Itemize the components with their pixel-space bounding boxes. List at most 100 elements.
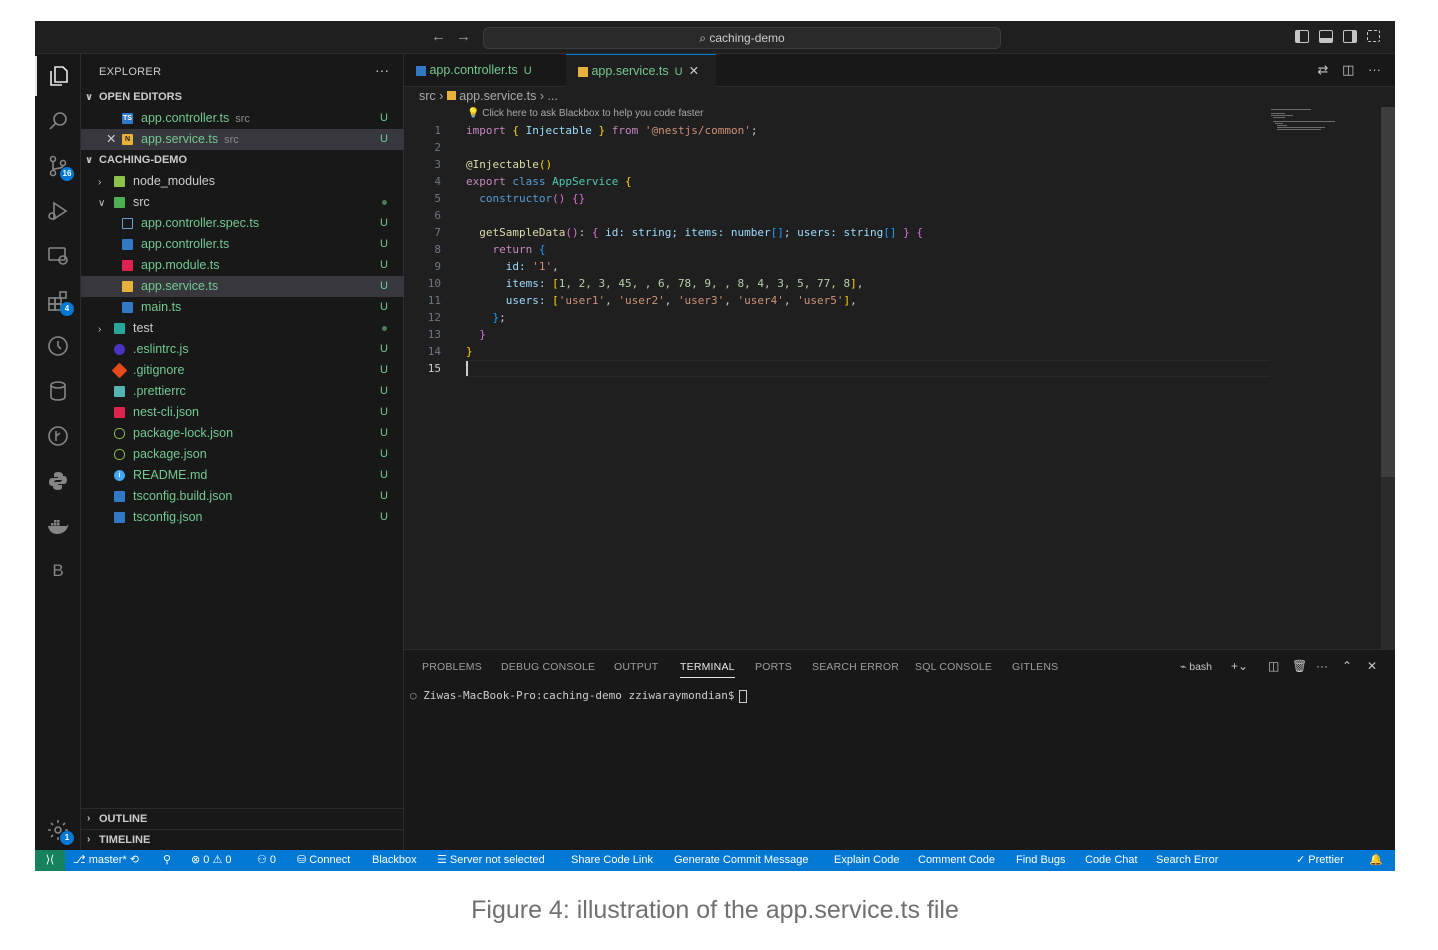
extensions-icon[interactable]: 4 [35, 281, 81, 321]
breadcrumb-folder[interactable]: src [419, 89, 436, 103]
toggle-primary-sidebar-icon[interactable] [1295, 30, 1309, 43]
gitlens-status-icon[interactable]: ⚲ [163, 850, 171, 871]
tab-output[interactable]: OUTPUT [614, 661, 658, 673]
connect-button[interactable]: ⛁ Connect [297, 850, 350, 871]
notifications-icon[interactable]: 🔔 [1369, 850, 1383, 871]
blackbox-button[interactable]: Blackbox [372, 850, 417, 871]
tree-file[interactable]: tsconfig.build.json U [81, 486, 404, 507]
database-icon[interactable] [35, 371, 81, 411]
status-bar: ⟩⟨ ⎇ master* ⟲ ⚲ ⊗ 0 ⚠ 0 ⚇ 0 ⛁ Connect B… [35, 850, 1395, 871]
source-control-icon[interactable]: 16 [35, 146, 81, 186]
tree-file[interactable]: tsconfig.json U [81, 507, 404, 528]
tree-file[interactable]: package.json U [81, 444, 404, 465]
close-icon[interactable]: ✕ [689, 64, 699, 78]
tree-file[interactable]: i README.md U [81, 465, 404, 486]
run-debug-icon[interactable] [35, 191, 81, 231]
tab-sql-console[interactable]: SQL CONSOLE [915, 661, 992, 673]
tree-file[interactable]: .gitignore U [81, 360, 404, 381]
toggle-panel-icon[interactable] [1319, 30, 1333, 43]
arrow-left-icon[interactable]: ← [431, 28, 446, 45]
tree-folder[interactable]: ∨ src [81, 192, 404, 213]
ports-indicator[interactable]: ⚇ 0 [257, 850, 276, 871]
split-editor-icon[interactable]: ◫ [1342, 62, 1354, 77]
server-selector[interactable]: ☰ Server not selected [437, 850, 545, 871]
problems-indicator[interactable]: ⊗ 0 ⚠ 0 [191, 850, 232, 871]
editor-actions: ⇄ ◫ ··· [1318, 62, 1381, 78]
git-branch-icon: ⎇ [73, 854, 89, 866]
open-editor-item[interactable]: ✕ N app.service.ts src U [81, 129, 404, 150]
terminal-output[interactable]: ○ Ziwas-MacBook-Pro:caching-demo zziwara… [410, 689, 747, 703]
new-terminal-icon[interactable]: +⌄ [1231, 659, 1248, 673]
docker-icon[interactable] [35, 506, 81, 546]
tab-app-service[interactable]: app.service.ts U ✕ [566, 54, 716, 87]
tree-item-name: app.module.ts [141, 258, 220, 272]
branch-indicator[interactable]: ⎇ master* ⟲ [73, 850, 139, 871]
shell-name: bash [1189, 661, 1213, 673]
text-cursor [466, 361, 468, 376]
gear-icon[interactable]: 1 [35, 810, 81, 850]
python-icon[interactable] [35, 461, 81, 501]
tree-file[interactable]: .eslintrc.js U [81, 339, 404, 360]
tab-app-controller[interactable]: app.controller.ts U [404, 54, 566, 87]
customize-layout-icon[interactable] [1367, 30, 1380, 42]
terminal-shell-selector[interactable]: ⌁ bash [1180, 661, 1212, 673]
split-terminal-icon[interactable]: ◫ [1268, 659, 1279, 673]
command-center[interactable]: ⌕ caching-demo [483, 27, 1001, 49]
remote-explorer-icon[interactable] [35, 236, 81, 276]
more-actions-icon[interactable]: ··· [1368, 62, 1381, 77]
code-chat-button[interactable]: Code Chat [1085, 850, 1138, 871]
arrow-right-icon[interactable]: → [456, 28, 471, 45]
find-bugs-button[interactable]: Find Bugs [1016, 850, 1066, 871]
outline-header[interactable]: › OUTLINE [81, 808, 404, 829]
search-error-button[interactable]: Search Error [1156, 850, 1218, 871]
blackbox-hint[interactable]: 💡 Click here to ask Blackbox to help you… [467, 108, 703, 119]
prettier-indicator[interactable]: ✓ Prettier [1296, 850, 1344, 871]
blackbox-icon[interactable]: B [35, 551, 81, 591]
explorer-icon[interactable] [35, 56, 81, 96]
more-actions-icon[interactable]: ··· [375, 62, 389, 78]
tree-file[interactable]: main.ts U [81, 297, 404, 318]
tab-gitlens[interactable]: GITLENS [1012, 661, 1058, 673]
compare-changes-icon[interactable]: ⇄ [1318, 62, 1329, 77]
tree-file[interactable]: app.controller.ts U [81, 234, 404, 255]
tree-folder[interactable]: › test [81, 318, 404, 339]
tab-ports[interactable]: PORTS [755, 661, 792, 673]
search-icon[interactable] [35, 101, 81, 141]
more-actions-icon[interactable]: ··· [1316, 659, 1328, 673]
editor-scrollbar-thumb[interactable] [1381, 107, 1395, 477]
share-code-link-button[interactable]: Share Code Link [571, 850, 653, 871]
comment-code-button[interactable]: Comment Code [918, 850, 995, 871]
explain-code-button[interactable]: Explain Code [834, 850, 899, 871]
tree-file[interactable]: app.module.ts U [81, 255, 404, 276]
open-editor-item[interactable]: TS app.controller.ts src U [81, 108, 404, 129]
tree-file[interactable]: package-lock.json U [81, 423, 404, 444]
connect-label: Connect [309, 854, 351, 866]
maximize-panel-icon[interactable]: ⌃ [1342, 659, 1352, 673]
toggle-secondary-sidebar-icon[interactable] [1343, 30, 1357, 43]
tab-terminal[interactable]: TERMINAL [680, 661, 735, 678]
generate-commit-button[interactable]: Generate Commit Message [674, 850, 809, 871]
gitlens-icon[interactable] [35, 416, 81, 456]
line-number: 15 [427, 362, 441, 375]
tab-problems[interactable]: PROBLEMS [422, 661, 482, 673]
remote-indicator-icon[interactable]: ⟩⟨ [35, 850, 65, 871]
tree-file[interactable]: .prettierrc U [81, 381, 404, 402]
trash-icon[interactable]: 🗑 [1292, 659, 1307, 673]
tab-debug-console[interactable]: DEBUG CONSOLE [501, 661, 595, 673]
close-icon[interactable]: ✕ [106, 129, 116, 150]
tree-file[interactable]: app.controller.spec.ts U [81, 213, 404, 234]
tree-folder[interactable]: › node_modules [81, 171, 404, 192]
timeline-icon[interactable] [35, 326, 81, 366]
open-editors-label: OPEN EDITORS [99, 91, 182, 103]
timeline-header[interactable]: › TIMELINE [81, 829, 404, 850]
server-label: Server not selected [449, 854, 545, 866]
tree-file[interactable]: nest-cli.json U [81, 402, 404, 423]
close-panel-icon[interactable]: ✕ [1367, 659, 1377, 673]
tab-search-error[interactable]: SEARCH ERROR [812, 661, 899, 673]
tree-file[interactable]: app.service.ts U [81, 276, 404, 297]
minimap[interactable] [1271, 107, 1341, 137]
project-header[interactable]: ∨ CACHING-DEMO [81, 150, 404, 171]
breadcrumb-file[interactable]: app.service.ts [459, 89, 536, 103]
breadcrumb-symbol[interactable]: ... [548, 89, 558, 103]
open-editors-header[interactable]: ∨ OPEN EDITORS [81, 87, 404, 108]
